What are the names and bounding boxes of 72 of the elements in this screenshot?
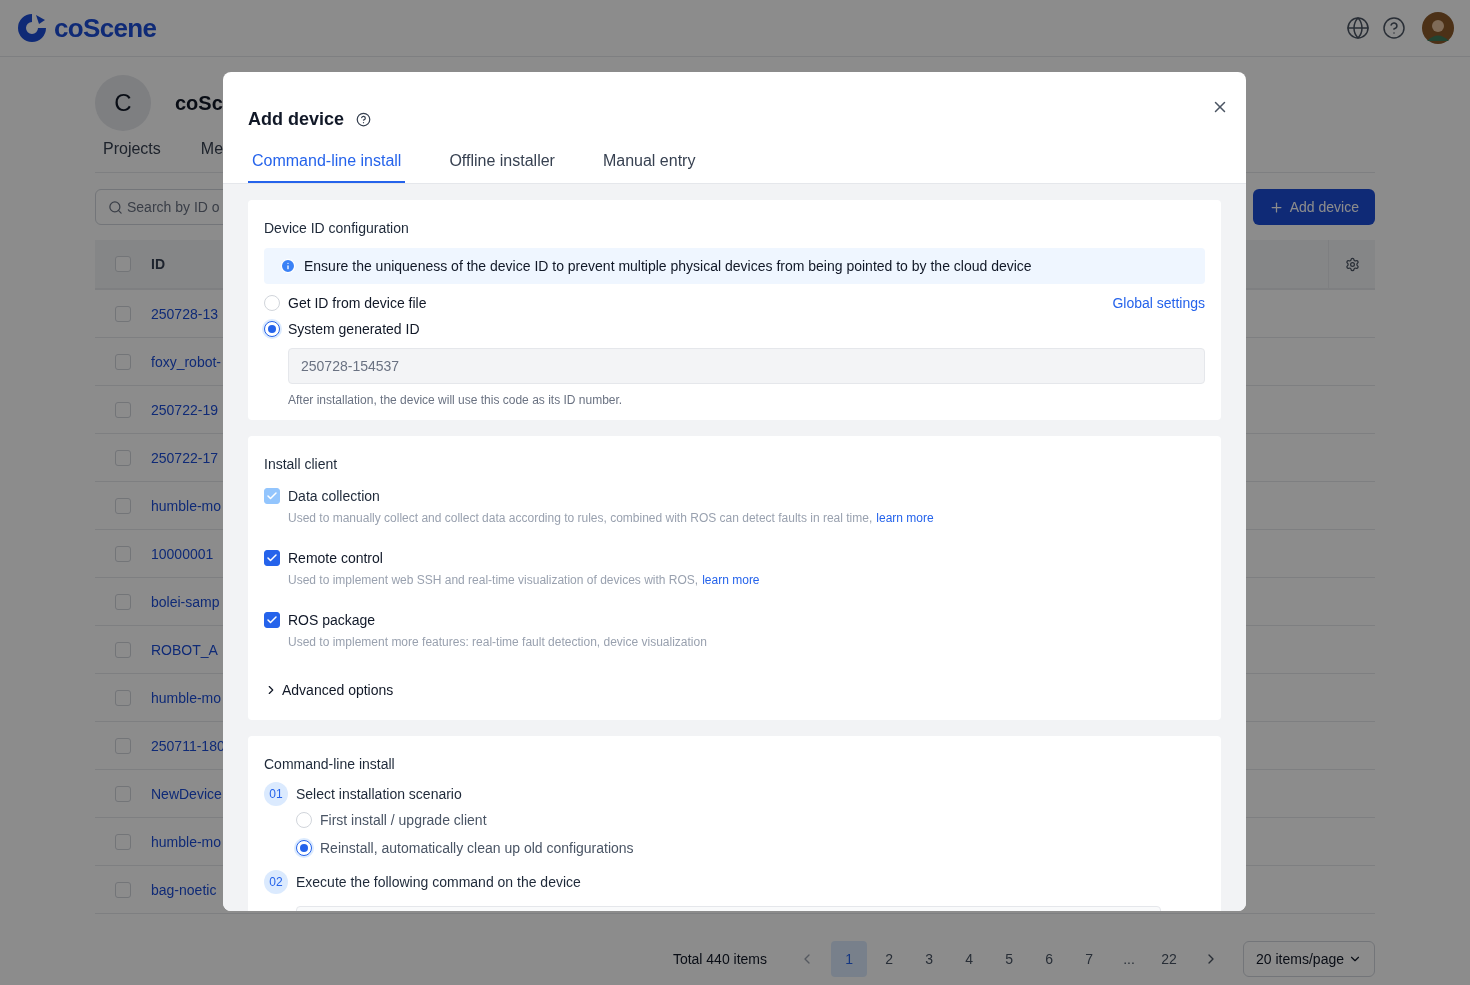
check-icon bbox=[266, 614, 278, 626]
section-title: Install client bbox=[264, 455, 339, 474]
checkbox-label[interactable]: Remote control bbox=[288, 548, 760, 568]
info-icon bbox=[280, 258, 296, 274]
device-id-link[interactable]: 250711-180 bbox=[151, 735, 225, 756]
dialog-tab[interactable]: Manual entry bbox=[598, 149, 700, 183]
radio-label[interactable]: Reinstall, automatically clean up old configurations bbox=[320, 838, 634, 858]
search-icon bbox=[108, 199, 123, 215]
dialog-tab[interactable]: Offline installer bbox=[445, 149, 559, 183]
radio-label[interactable]: Get ID from device file bbox=[288, 293, 427, 313]
help-icon[interactable] bbox=[356, 111, 372, 127]
avatar[interactable] bbox=[1422, 12, 1454, 44]
step-title: Select installation scenario bbox=[296, 785, 462, 804]
checkbox[interactable] bbox=[264, 612, 280, 628]
global-settings-link[interactable]: Global settings bbox=[1112, 293, 1205, 313]
device-id-link[interactable]: 250728-13 bbox=[151, 303, 218, 324]
device-id-field[interactable]: 250728-154537 bbox=[288, 348, 1205, 384]
option-description: Used to implement more features: real-time fault detection, device visualization bbox=[288, 634, 707, 650]
org-name: coSc bbox=[175, 91, 223, 116]
learn-more-link[interactable]: learn more bbox=[702, 572, 760, 588]
radio-button[interactable] bbox=[264, 321, 280, 337]
device-id-link[interactable]: foxy_robot- bbox=[151, 351, 222, 372]
org-avatar: C bbox=[95, 75, 151, 131]
option-description: Used to implement web SSH and real-time visualization of devices with ROS, bbox=[288, 572, 699, 588]
page-button[interactable]: 5 bbox=[991, 941, 1028, 977]
page-button[interactable]: 6 bbox=[1031, 941, 1068, 977]
page-button[interactable]: ... bbox=[1111, 941, 1148, 977]
radio-label[interactable]: First install / upgrade client bbox=[320, 810, 487, 830]
page-button[interactable]: 3 bbox=[911, 941, 948, 977]
advanced-options-toggle[interactable]: Advanced options bbox=[282, 680, 394, 700]
device-id-link[interactable]: humble-mo bbox=[151, 687, 222, 708]
device-id-link[interactable]: humble-mo bbox=[151, 831, 222, 852]
page-button[interactable]: 1 bbox=[831, 941, 868, 977]
device-id-link[interactable]: bolei-samp bbox=[151, 591, 220, 612]
page-button[interactable]: 7 bbox=[1071, 941, 1108, 977]
info-banner: Ensure the uniqueness of the device ID to prevent multiple physical devices from being pointed to by the cloud device bbox=[264, 248, 1205, 284]
logo-text: coScene bbox=[54, 11, 157, 45]
section-title: Device ID configuration bbox=[264, 219, 410, 238]
step-number: 02 bbox=[264, 870, 288, 894]
device-id-link[interactable]: humble-mo bbox=[151, 495, 222, 516]
device-id-link[interactable]: 250722-17 bbox=[151, 447, 218, 468]
dialog-title: Add device bbox=[248, 108, 345, 131]
page-button[interactable]: 4 bbox=[951, 941, 988, 977]
nav-tab[interactable]: Projects bbox=[103, 139, 161, 172]
check-icon bbox=[266, 552, 278, 564]
page-button[interactable]: 2 bbox=[871, 941, 908, 977]
checkbox[interactable] bbox=[264, 550, 280, 566]
device-id-link[interactable]: ROBOT_A bbox=[151, 639, 218, 660]
device-id-link[interactable]: NewDevice bbox=[151, 783, 222, 804]
page-size-select[interactable]: 20 items/page bbox=[1243, 941, 1375, 977]
settings-icon[interactable] bbox=[1344, 256, 1360, 272]
plus-icon bbox=[1268, 199, 1284, 215]
radio-label[interactable]: System generated ID bbox=[288, 319, 420, 339]
help-icon[interactable] bbox=[1382, 16, 1406, 40]
total-count: Total 440 items bbox=[672, 950, 768, 969]
option-description: Used to manually collect and collect data according to rules, combined with ROS can detect faults in real time, bbox=[288, 510, 873, 526]
page-button[interactable]: 22 bbox=[1151, 941, 1188, 977]
step-title: Execute the following command on the device bbox=[296, 873, 581, 892]
hint-text: After installation, the device will use this code as its ID number. bbox=[288, 392, 624, 408]
language-icon[interactable] bbox=[1346, 16, 1370, 40]
step-number: 01 bbox=[264, 782, 288, 806]
device-id-link[interactable]: bag-noetic bbox=[151, 879, 217, 900]
check-icon bbox=[266, 490, 278, 502]
nav-tab[interactable]: Me bbox=[200, 139, 224, 172]
logo-icon bbox=[16, 12, 48, 44]
device-id-link[interactable]: 250722-19 bbox=[151, 399, 218, 420]
add-device-button[interactable]: Add device bbox=[1252, 189, 1375, 225]
device-id-link[interactable]: 10000001 bbox=[151, 543, 214, 564]
column-header: ID bbox=[151, 255, 165, 274]
radio-button[interactable] bbox=[296, 840, 312, 856]
checkbox-label[interactable]: ROS package bbox=[288, 610, 707, 630]
section-title: Command-line install bbox=[264, 755, 396, 774]
